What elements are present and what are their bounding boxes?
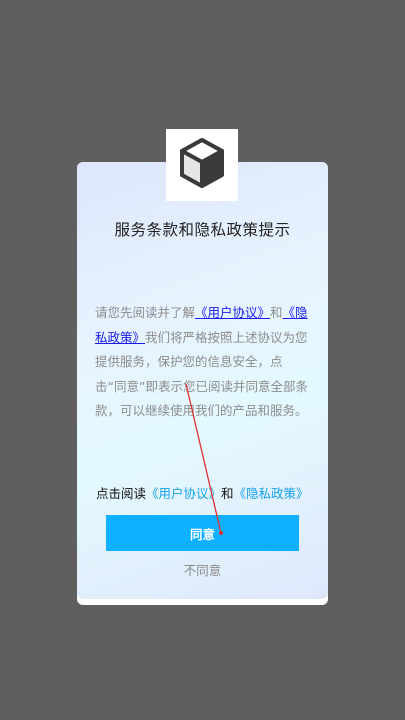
footer-user-agreement-link[interactable]: 《用户协议》 [146,486,221,501]
footer-and: 和 [221,486,234,501]
footer-prefix: 点击阅读 [96,486,147,501]
dialog-title: 服务条款和隐私政策提示 [114,221,291,239]
message-intro: 请您先阅读并了解 [95,305,196,320]
disagree-button[interactable]: 不同意 [77,560,328,579]
read-agreements-line: 点击阅读《用户协议》和《隐私政策》 [96,483,326,502]
dialog-message: 请您先阅读并了解《用户协议》和《隐私政策》我们将严格按照上述协议为您提供服务，保… [95,301,313,424]
cube-icon [177,137,227,193]
agree-button[interactable]: 同意 [106,515,299,551]
footer-privacy-policy-link[interactable]: 《隐私政策》 [234,486,309,501]
message-and: 和 [270,305,283,320]
app-logo [166,129,238,201]
user-agreement-link[interactable]: 《用户协议》 [195,305,270,320]
